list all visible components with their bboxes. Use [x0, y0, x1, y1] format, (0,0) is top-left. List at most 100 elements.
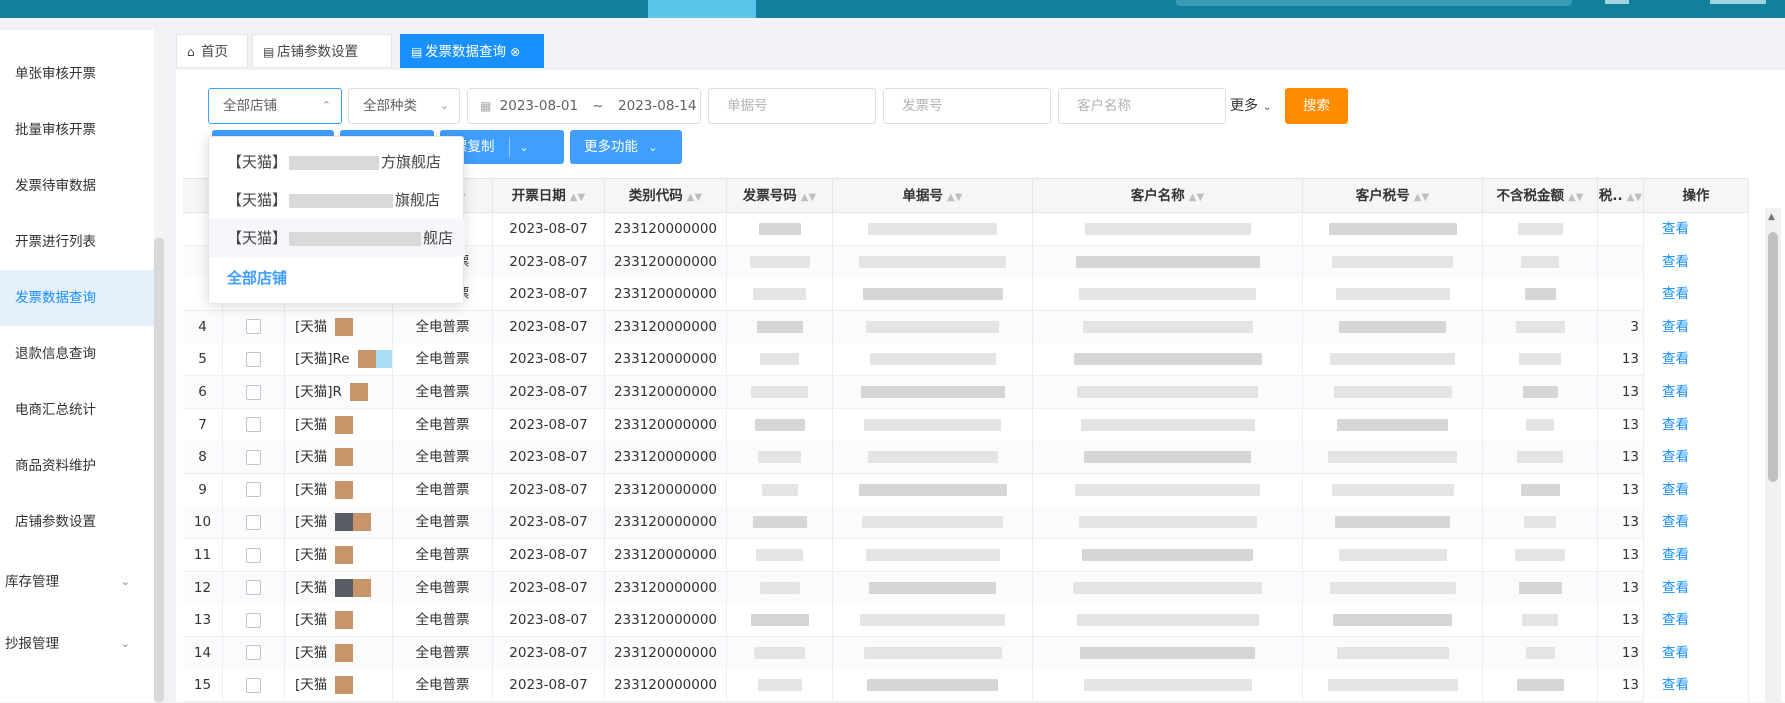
table-row[interactable]: 6 [天猫]R 全电普票 2023-08-07 233120000000 13 查看	[183, 376, 1749, 409]
col-header-customer[interactable]: 客户名称 ▲▼	[1033, 179, 1303, 213]
row-checkbox[interactable]	[246, 547, 261, 563]
invoice-no-input[interactable]: 发票号	[883, 88, 1051, 124]
sort-icon[interactable]: ▲▼	[947, 192, 962, 203]
view-link[interactable]: 查看	[1662, 221, 1689, 237]
view-link[interactable]: 查看	[1662, 254, 1689, 270]
sort-icon[interactable]: ▲▼	[1414, 192, 1429, 203]
chevron-down-icon[interactable]: ⌄	[520, 141, 529, 154]
row-checkbox[interactable]	[246, 319, 261, 335]
cell-select[interactable]	[223, 343, 285, 377]
row-checkbox[interactable]	[246, 482, 261, 498]
table-row[interactable]: 12 [天猫 全电普票 2023-08-07 233120000000 13 查看	[183, 571, 1749, 605]
date-range-picker[interactable]: ▦ 2023-08-01 ~ 2023-08-14	[467, 88, 701, 124]
view-link[interactable]: 查看	[1662, 547, 1689, 563]
cell-select[interactable]	[223, 669, 285, 703]
view-link[interactable]: 查看	[1662, 645, 1689, 661]
row-checkbox[interactable]	[246, 449, 261, 465]
cell-select[interactable]	[223, 571, 285, 605]
col-header-tax[interactable]: 税.. ▲▼	[1598, 179, 1644, 213]
cell-select[interactable]	[223, 441, 285, 475]
scrollbar-thumb[interactable]	[1768, 232, 1778, 482]
view-link[interactable]: 查看	[1662, 351, 1689, 367]
table-row[interactable]: 8 [天猫 全电普票 2023-08-07 233120000000 13 查看	[183, 441, 1749, 475]
store-option[interactable]: 【天猫】 旗舰店	[209, 181, 465, 219]
sidebar-item-ecommerce-stats[interactable]: 电商汇总统计	[0, 382, 154, 438]
sidebar-group-inventory[interactable]: 库存管理 ⌄	[0, 554, 154, 610]
view-link[interactable]: 查看	[1662, 319, 1689, 335]
row-checkbox[interactable]	[246, 351, 261, 367]
top-search-box[interactable]	[1176, 0, 1572, 6]
more-filters-toggle[interactable]: 更多 ⌄	[1230, 88, 1272, 124]
sidebar-item-invoice-query[interactable]: 发票数据查询	[0, 270, 154, 326]
row-checkbox[interactable]	[246, 612, 261, 628]
store-select[interactable]: 全部店铺 ⌃	[208, 88, 342, 124]
table-row[interactable]: 10 [天猫 全电普票 2023-08-07 233120000000 13 查看	[183, 506, 1749, 540]
table-row[interactable]: 15 [天猫 全电普票 2023-08-07 233120000000 13 查看	[183, 669, 1749, 703]
view-link[interactable]: 查看	[1662, 612, 1689, 628]
close-icon[interactable]: ⊗	[510, 45, 520, 59]
view-link[interactable]: 查看	[1662, 677, 1689, 693]
col-header-code[interactable]: 类别代码 ▲▼	[605, 179, 727, 213]
sort-icon[interactable]: ▲▼	[1627, 192, 1642, 203]
table-row[interactable]: 5 [天猫]Re 全电普票 2023-08-07 233120000000 13 查看	[183, 343, 1749, 377]
view-link[interactable]: 查看	[1662, 384, 1689, 400]
col-header-date[interactable]: 开票日期 ▲▼	[493, 179, 605, 213]
sidebar-item-store-settings[interactable]: 店铺参数设置	[0, 494, 154, 550]
row-checkbox[interactable]	[246, 514, 261, 530]
row-checkbox[interactable]	[246, 384, 261, 400]
row-checkbox[interactable]	[246, 645, 261, 661]
order-no-input[interactable]: 单据号	[708, 88, 876, 124]
date-end[interactable]: 2023-08-14	[618, 98, 696, 114]
cell-select[interactable]	[223, 506, 285, 540]
store-option[interactable]: 【天猫】 方旗舰店	[209, 143, 465, 181]
cell-select[interactable]	[223, 636, 285, 670]
col-header-invoice-no[interactable]: 发票号码 ▲▼	[727, 179, 833, 213]
sort-icon[interactable]: ▲▼	[570, 192, 585, 203]
table-row[interactable]: 9 [天猫 全电普票 2023-08-07 233120000000 13 查看	[183, 473, 1749, 507]
table-row[interactable]: 11 [天猫 全电普票 2023-08-07 233120000000 13 查看	[183, 539, 1749, 572]
sidebar-scrollbar[interactable]	[154, 238, 164, 702]
sidebar-item-batch-review[interactable]: 批量审核开票	[0, 102, 154, 158]
table-vertical-scrollbar[interactable]: ▲	[1765, 208, 1781, 702]
customer-name-input[interactable]: 客户名称	[1058, 88, 1226, 124]
sort-icon[interactable]: ▲▼	[687, 192, 702, 203]
tab-invoice-query[interactable]: ▤ 发票数据查询 ⊗	[400, 34, 544, 68]
store-option[interactable]: 【天猫】 舰店	[209, 219, 465, 257]
sort-icon[interactable]: ▲▼	[801, 192, 816, 203]
table-row[interactable]: 7 [天猫 全电普票 2023-08-07 233120000000 13 查看	[183, 408, 1749, 442]
cell-select[interactable]	[223, 408, 285, 442]
cell-select[interactable]	[223, 376, 285, 409]
category-select[interactable]: 全部种类 ⌄	[348, 88, 460, 124]
view-link[interactable]: 查看	[1662, 580, 1689, 596]
sidebar-item-product-maintenance[interactable]: 商品资料维护	[0, 438, 154, 494]
sidebar-item-in-progress[interactable]: 开票进行列表	[0, 214, 154, 270]
table-row[interactable]: 4 [天猫 全电普票 2023-08-07 233120000000 3 查看	[183, 310, 1749, 344]
search-button[interactable]: 搜索	[1285, 88, 1348, 124]
col-header-amount[interactable]: 不含税金额 ▲▼	[1483, 179, 1598, 213]
tab-home[interactable]: ⌂ 首页	[176, 34, 248, 68]
col-header-order-no[interactable]: 单据号 ▲▼	[833, 179, 1033, 213]
cell-select[interactable]	[223, 539, 285, 572]
view-link[interactable]: 查看	[1662, 449, 1689, 465]
sort-icon[interactable]: ▲▼	[1189, 192, 1204, 203]
table-row[interactable]: 14 [天猫 全电普票 2023-08-07 233120000000 13 查看	[183, 636, 1749, 670]
scroll-up-icon[interactable]: ▲	[1768, 212, 1775, 222]
sidebar-group-tax-report[interactable]: 抄报管理 ⌄	[0, 616, 154, 672]
view-link[interactable]: 查看	[1662, 417, 1689, 433]
store-option-all[interactable]: 全部店铺	[209, 259, 465, 297]
row-checkbox[interactable]	[246, 677, 261, 693]
top-nav-active-tab[interactable]	[648, 0, 756, 18]
sort-icon[interactable]: ▲▼	[1568, 192, 1583, 203]
top-user-menu[interactable]	[1710, 0, 1766, 4]
date-start[interactable]: 2023-08-01	[500, 98, 578, 114]
sidebar-item-refund-query[interactable]: 退款信息查询	[0, 326, 154, 382]
view-link[interactable]: 查看	[1662, 286, 1689, 302]
table-row[interactable]: 13 [天猫 全电普票 2023-08-07 233120000000 13 查看	[183, 604, 1749, 638]
cell-select[interactable]	[223, 604, 285, 638]
sidebar-item-single-review[interactable]: 单张审核开票	[0, 46, 154, 102]
row-checkbox[interactable]	[246, 580, 261, 596]
sidebar-item-pending-data[interactable]: 发票待审数据	[0, 158, 154, 214]
cell-select[interactable]	[223, 473, 285, 507]
top-user-icon[interactable]	[1605, 0, 1629, 4]
more-functions-button[interactable]: 更多功能 ⌄	[570, 130, 682, 164]
